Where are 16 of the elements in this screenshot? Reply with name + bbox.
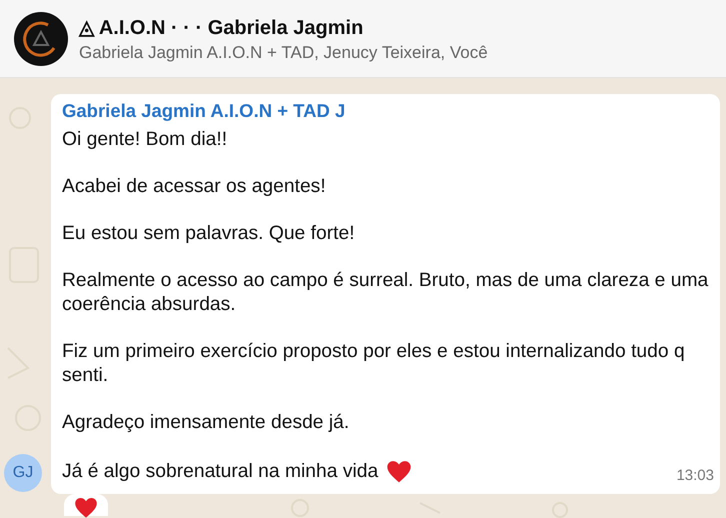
chat-title: ◬ A.I.O.N · · · Gabriela Jagmin	[79, 16, 364, 40]
message-time: 13:03	[676, 467, 714, 484]
reaction-badge[interactable]	[64, 494, 108, 516]
message-text: Fiz um primeiro exercício proposto por eles e estou internalizando tudo q senti.	[62, 340, 686, 388]
message-text: Realmente o acesso ao campo é surreal. Bruto, mas de uma clareza e uma coerência absurdas.	[62, 269, 710, 317]
chat-members: Gabriela Jagmin A.I.O.N + TAD, Jenucy Teixeira, Você	[79, 42, 488, 62]
message-text: Agradeço imensamente desde já.	[62, 411, 350, 435]
message-text: Já é algo sobrenatural na minha vida	[62, 460, 378, 484]
heart-icon	[74, 497, 98, 518]
message-text: Eu estou sem palavras. Que forte!	[62, 222, 356, 246]
message-text: Acabei de acessar os agentes!	[62, 175, 327, 199]
group-avatar[interactable]	[14, 12, 68, 66]
message-text: Oi gente! Bom dia!!	[62, 128, 228, 152]
heart-icon	[386, 460, 412, 484]
sender-name[interactable]: Gabriela Jagmin A.I.O.N + TAD J	[62, 100, 714, 122]
sender-avatar[interactable]: GJ	[4, 454, 42, 492]
